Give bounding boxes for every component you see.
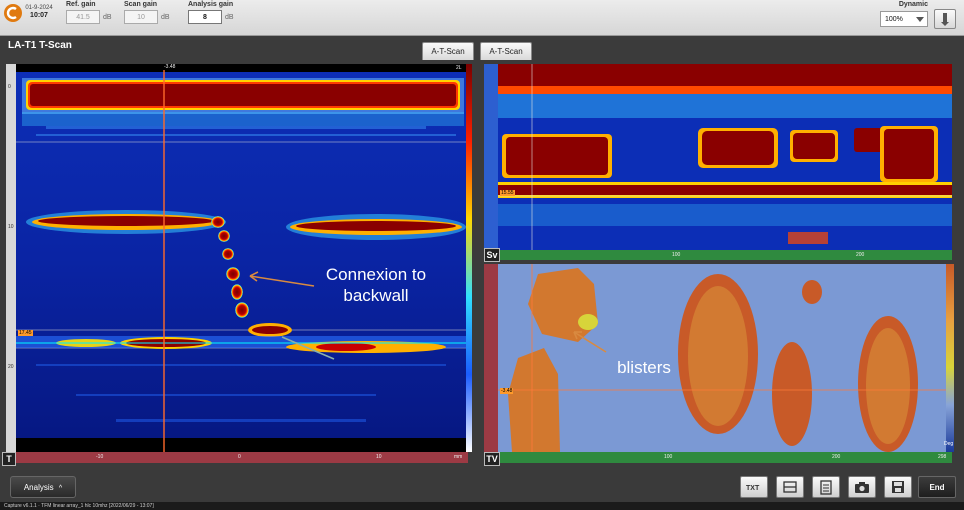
time-label: 10:07 xyxy=(30,12,48,19)
report-icon xyxy=(820,480,832,495)
ref-gain-label: Ref. gain xyxy=(66,1,96,8)
tscan-badge[interactable]: T xyxy=(2,452,16,466)
app-window: 01-9-2024 10:07 Ref. gain 41.5 dB Scan ga… xyxy=(0,0,964,510)
save-button[interactable] xyxy=(884,476,912,498)
chevron-down-icon xyxy=(916,17,924,22)
analysis-gain-field[interactable]: 8 xyxy=(188,10,222,24)
tv-x-tick: 298 xyxy=(938,454,947,460)
tscan-vertical-scale[interactable]: 0 10 20 xyxy=(6,64,16,452)
analysis-gain-unit: dB xyxy=(225,14,234,21)
txt-icon: TXT xyxy=(746,485,760,492)
tscan-y-tick: 10 xyxy=(8,224,14,230)
tscan-y-tick: 0 xyxy=(8,84,11,90)
analysis-gain-label: Analysis gain xyxy=(188,1,234,8)
tscan-corner-label: 2L xyxy=(456,65,462,71)
tscan-x-tick: 0 xyxy=(238,454,241,460)
app-logo-icon xyxy=(4,4,22,22)
tscan-horizontal-scale[interactable]: -10 0 10 mm xyxy=(16,452,468,463)
connexion-annotation-line2: backwall xyxy=(343,286,409,305)
tv-image[interactable]: -3.48 blisters xyxy=(498,264,946,452)
clock: 01-9-2024 10:07 xyxy=(24,4,54,20)
page-title: LA-T1 T-Scan xyxy=(8,40,72,51)
tscan-image[interactable]: -3.48 2L 17.45 Connexion to backwall xyxy=(16,64,468,452)
tv-x-tick: 100 xyxy=(664,454,673,460)
top-toolbar: 01-9-2024 10:07 Ref. gain 41.5 dB Scan ga… xyxy=(0,0,964,36)
tv-vertical-scale[interactable] xyxy=(484,264,498,452)
report-button[interactable] xyxy=(812,476,840,498)
scan-gain-group: Scan gain 10 dB xyxy=(124,1,170,24)
sv-marker: 15.55 xyxy=(500,190,515,196)
sv-vertical-scale[interactable] xyxy=(484,64,498,250)
tab-a-t-scan-1[interactable]: A-T-Scan xyxy=(422,42,474,60)
sv-x-tick: 200 xyxy=(856,252,865,258)
analysis-button-label: Analysis xyxy=(23,483,54,492)
sv-badge[interactable]: Sv xyxy=(484,248,500,262)
tv-horizontal-scale[interactable]: 100 200 298 xyxy=(498,452,952,463)
scan-gain-label: Scan gain xyxy=(124,1,158,8)
layout-icon xyxy=(783,481,797,493)
tscan-y-tick: 20 xyxy=(8,364,14,370)
export-txt-button[interactable]: TXT xyxy=(740,476,768,498)
chevron-up-icon: ^ xyxy=(58,485,63,492)
tscan-depth-marker: 17.45 xyxy=(18,330,33,336)
ref-gain-group: Ref. gain 41.5 dB xyxy=(66,1,112,24)
date-label: 01-9-2024 xyxy=(25,5,53,11)
dynamic-label: Dynamic xyxy=(898,1,928,8)
tv-marker: -3.48 xyxy=(500,388,514,394)
end-button[interactable]: End xyxy=(918,476,956,498)
analysis-gain-group: Analysis gain 8 dB xyxy=(188,1,234,24)
sv-horizontal-scale[interactable]: 100 200 xyxy=(498,250,952,260)
scan-gain-field[interactable]: 10 xyxy=(124,10,158,24)
tv-heatmap xyxy=(498,264,946,452)
connexion-annotation-line1: Connexion to xyxy=(325,265,427,284)
layout-button[interactable] xyxy=(776,476,804,498)
tscan-x-tick: -10 xyxy=(96,454,104,460)
dynamic-select[interactable]: 100% xyxy=(880,11,928,27)
tscan-colorbar xyxy=(466,64,472,452)
tv-colorbar xyxy=(946,264,954,452)
svg-text:TXT: TXT xyxy=(746,485,760,492)
ref-gain-field[interactable]: 41.5 xyxy=(66,10,100,24)
probe-settings-button[interactable] xyxy=(934,9,956,29)
save-icon xyxy=(892,481,904,493)
dynamic-value: 100% xyxy=(885,16,903,23)
tv-unit: Deg xyxy=(944,441,954,447)
sv-heatmap xyxy=(498,64,952,250)
tab-a-t-scan-2[interactable]: A-T-Scan xyxy=(480,42,532,60)
connexion-annotation: Connexion to backwall xyxy=(306,264,446,306)
tscan-heatmap xyxy=(16,64,468,452)
tv-badge[interactable]: TV xyxy=(484,452,500,466)
snapshot-button[interactable] xyxy=(848,476,876,498)
tv-x-tick: 200 xyxy=(832,454,841,460)
tscan-x-unit: mm xyxy=(454,454,463,460)
probe-icon xyxy=(941,13,949,26)
status-bar: Capture v6.1.1 · TFM linear array_1 hlc … xyxy=(0,502,964,510)
sv-x-tick: 100 xyxy=(672,252,681,258)
tscan-x-tick: 10 xyxy=(376,454,382,460)
scan-gain-unit: dB xyxy=(161,14,170,21)
camera-icon xyxy=(855,482,869,493)
ref-gain-unit: dB xyxy=(103,14,112,21)
blisters-annotation: blisters xyxy=(617,358,671,377)
analysis-menu-button[interactable]: Analysis ^ xyxy=(10,476,76,498)
tscan-cursor-label: -3.48 xyxy=(162,64,178,70)
sv-image[interactable]: 15.55 xyxy=(498,64,952,250)
